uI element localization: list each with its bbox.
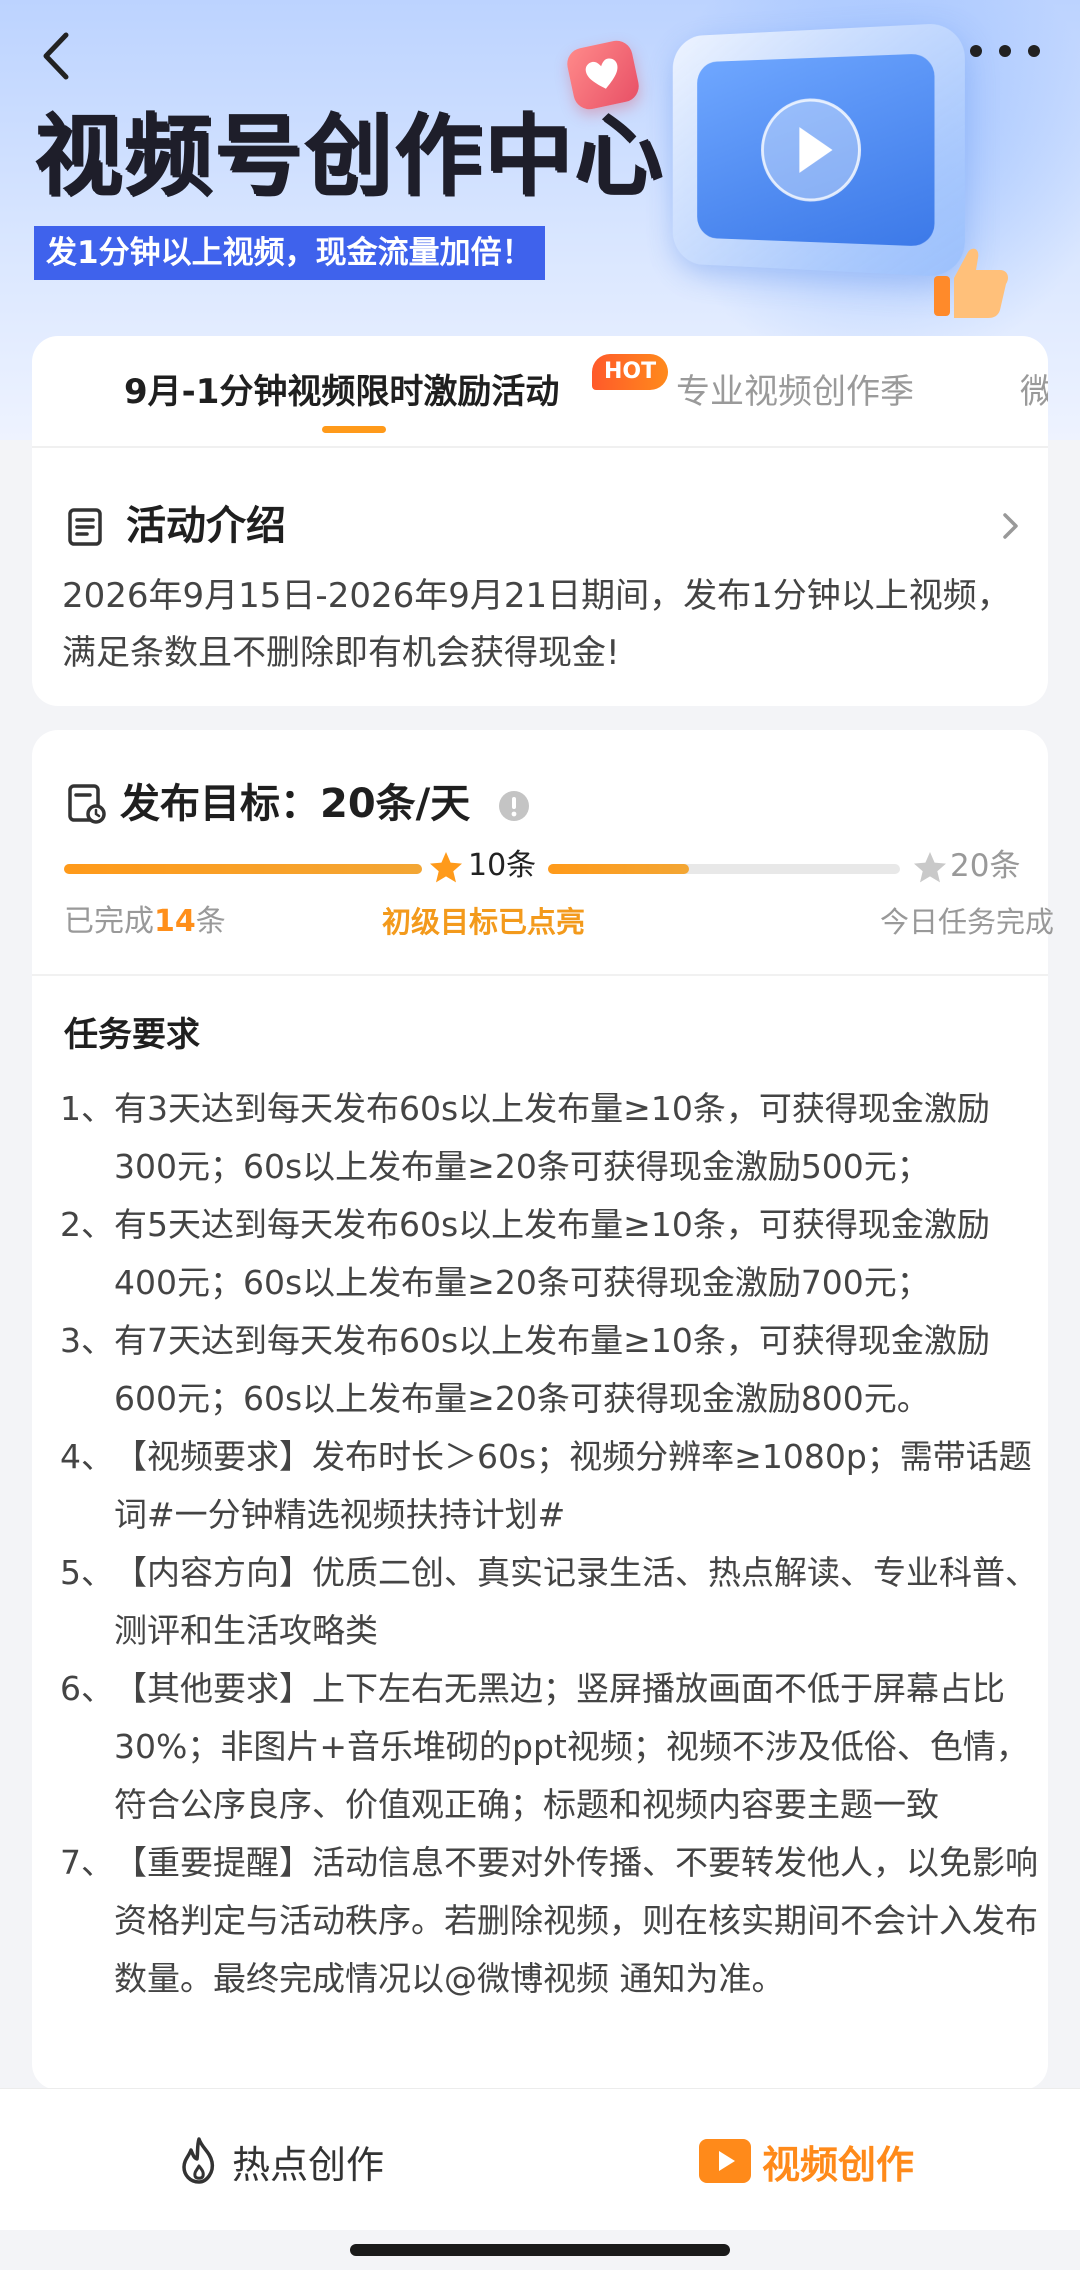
requirement-text: 【重要提醒】活动信息不要对外传播、不要转发他人，以免影响资格判定与活动秩序。若删… [114, 1843, 1038, 1998]
requirement-number: 4、 [60, 1437, 114, 1476]
requirement-item: 4、 【视频要求】发布时长＞60s；视频分辨率≥1080p；需带话题词#一分钟精选… [60, 1428, 1040, 1544]
goal-title: 发布目标：20条/天 [120, 781, 471, 827]
requirement-text: 【内容方向】优质二创、真实记录生活、热点解读、专业科普、测评和生活攻略类 [114, 1553, 1038, 1650]
progress-fill-second [548, 864, 689, 874]
requirement-text: 有3天达到每天发布60s以上发布量≥10条，可获得现金激励300元；60s以上发… [114, 1089, 990, 1186]
document-icon [68, 508, 102, 546]
more-dot [1028, 45, 1040, 57]
chevron-right-icon [1003, 513, 1018, 539]
requirement-number: 5、 [60, 1553, 114, 1592]
activity-card: 9月-1分钟视频限时激励活动 HOT 专业视频创作季 微 活动介绍 2026年9… [32, 336, 1048, 706]
requirement-number: 3、 [60, 1321, 114, 1360]
chevron-left-icon [43, 32, 69, 80]
promo-subtitle: 发1分钟以上视频，现金流量加倍！ [34, 226, 545, 280]
info-icon[interactable] [498, 790, 530, 822]
completed-number: 14 [154, 904, 196, 939]
video-create-button[interactable]: 视频创作 [698, 2129, 914, 2193]
requirements-title: 任务要求 [64, 1015, 200, 1055]
hot-create-label: 热点创作 [232, 2142, 385, 2187]
today-status: 今日任务完成 [880, 905, 1055, 939]
completed-suffix: 条 [195, 904, 226, 939]
requirement-number: 7、 [60, 1843, 114, 1882]
completed-prefix: 已完成 [64, 904, 154, 939]
requirement-text: 有5天达到每天发布60s以上发布量≥10条，可获得现金激励400元；60s以上发… [114, 1205, 990, 1302]
goal-header: 发布目标：20条/天 [68, 776, 768, 832]
activity-intro-header[interactable]: 活动介绍 [68, 496, 1028, 556]
more-dot [999, 45, 1011, 57]
milestone-end-label: 20条 [950, 848, 1021, 884]
tab-pro-season[interactable]: 专业视频创作季 [676, 370, 914, 414]
thumbs-up-icon [930, 238, 1014, 322]
requirement-item: 2、 有5天达到每天发布60s以上发布量≥10条，可获得现金激励400元；60s以… [60, 1196, 1040, 1312]
divider [32, 974, 1048, 976]
tab-active-indicator [322, 426, 386, 433]
requirement-text: 【其他要求】上下左右无黑边；竖屏播放画面不低于屏幕占比30%；非图片+音乐堆砌的… [114, 1669, 1029, 1824]
requirements-list: 1、 有3天达到每天发布60s以上发布量≥10条，可获得现金激励300元；60s以… [60, 1080, 1040, 2008]
back-button[interactable] [30, 26, 80, 86]
goal-card: 发布目标：20条/天 10条 20条 已完成14条 初级目标已点亮 今日任务完成… [32, 730, 1054, 2090]
video-play-icon [699, 2139, 751, 2183]
play-illustration [697, 53, 935, 247]
hot-badge: HOT [592, 354, 669, 390]
requirement-number: 6、 [60, 1669, 114, 1708]
more-button[interactable] [970, 34, 1040, 68]
bottom-nav: 热点创作 视频创作 [0, 2088, 1080, 2230]
page-title: 视频号创作中心 [34, 104, 665, 207]
progress-bar-first [64, 864, 422, 874]
requirement-item: 1、 有3天达到每天发布60s以上发布量≥10条，可获得现金激励300元；60s以… [60, 1080, 1040, 1196]
requirement-text: 【视频要求】发布时长＞60s；视频分辨率≥1080p；需带话题词#一分钟精选视频… [114, 1437, 1032, 1534]
requirement-text: 有7天达到每天发布60s以上发布量≥10条，可获得现金激励600元；60s以上发… [114, 1321, 990, 1418]
requirement-item: 6、 【其他要求】上下左右无黑边；竖屏播放画面不低于屏幕占比30%；非图片+音乐堆… [60, 1660, 1040, 1834]
play-icon [758, 94, 865, 206]
activity-intro-text: 2026年9月15日-2026年9月21日期间，发布1分钟以上视频，满足条数且不… [62, 576, 1011, 673]
more-dots-icon [970, 45, 982, 57]
progress-bar-second [548, 864, 900, 874]
level-status: 初级目标已点亮 [382, 905, 586, 939]
star-outline-icon [914, 852, 946, 883]
tab-1min-video[interactable]: 9月-1分钟视频限时激励活动 [124, 370, 559, 414]
requirement-item: 3、 有7天达到每天发布60s以上发布量≥10条，可获得现金激励600元；60s以… [60, 1312, 1040, 1428]
video-screen-illustration [672, 22, 965, 278]
completed-count: 已完成14条 [64, 900, 226, 944]
hot-create-button[interactable]: 热点创作 [176, 2129, 384, 2193]
requirement-number: 1、 [60, 1089, 114, 1128]
home-indicator [350, 2244, 730, 2256]
requirement-number: 2、 [60, 1205, 114, 1244]
flame-icon [182, 2137, 215, 2184]
requirement-item: 5、 【内容方向】优质二创、真实记录生活、热点解读、专业科普、测评和生活攻略类 [60, 1544, 1040, 1660]
tab-more[interactable]: 微 [1020, 370, 1048, 414]
milestone-mid-label: 10条 [468, 848, 537, 883]
clock-document-icon [68, 784, 106, 824]
star-icon [430, 852, 462, 883]
activity-tabs: 9月-1分钟视频限时激励活动 HOT 专业视频创作季 微 [32, 336, 1048, 448]
requirement-item: 7、 【重要提醒】活动信息不要对外传播、不要转发他人，以免影响资格判定与活动秩序。… [60, 1834, 1040, 2008]
activity-intro-title: 活动介绍 [126, 503, 286, 549]
video-create-label: 视频创作 [762, 2142, 915, 2187]
progress-fill-first [64, 864, 422, 874]
